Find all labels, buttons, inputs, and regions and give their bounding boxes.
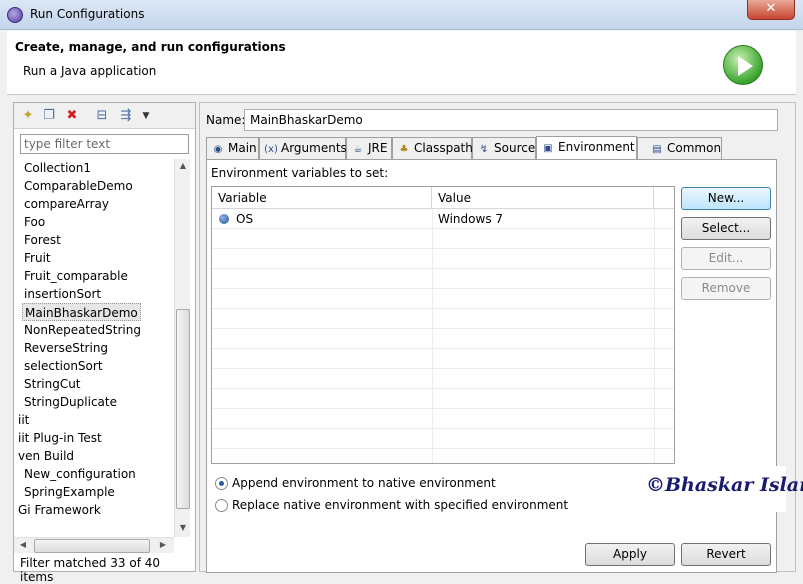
tree-item-selected[interactable]: MainBhaskarDemo	[22, 303, 141, 321]
edit-button[interactable]: Edit...	[681, 247, 771, 270]
environment-tab-icon: ▣	[543, 143, 553, 154]
tree-item[interactable]: ven Build	[16, 447, 76, 465]
scroll-right-icon[interactable]: ▶	[156, 540, 170, 549]
column-header-value[interactable]: Value	[432, 187, 654, 209]
horizontal-scrollbar[interactable]: ◀ ▶	[14, 537, 174, 553]
scroll-thumb[interactable]	[34, 539, 150, 553]
tab-environment[interactable]: ▣ Environment	[536, 136, 637, 160]
tree-item[interactable]: compareArray	[22, 195, 111, 213]
scroll-up-icon[interactable]: ▲	[176, 161, 190, 170]
close-button[interactable]: ✕	[747, 0, 795, 20]
select-button[interactable]: Select...	[681, 217, 771, 240]
watermark-text: ©Bhaskar Islam	[646, 474, 803, 496]
filter-icon[interactable]: ⇶	[118, 108, 134, 124]
column-header-variable[interactable]: Variable	[212, 187, 432, 209]
tree-item[interactable]: Forest	[22, 231, 63, 249]
filter-status: Filter matched 33 of 40 items	[20, 556, 161, 584]
remove-button[interactable]: Remove	[681, 277, 771, 300]
classpath-tab-icon: ♣	[399, 144, 409, 155]
configurations-toolbar: ✦ ❐ ✖ ⊟ ⇶ ▼	[14, 103, 195, 129]
tree-item[interactable]: Fruit	[22, 249, 53, 267]
run-icon	[723, 45, 763, 85]
configurations-panel: ✦ ❐ ✖ ⊟ ⇶ ▼ Collection1 ComparableDemo c…	[13, 102, 196, 584]
new-button[interactable]: New...	[681, 187, 771, 210]
table-row	[212, 229, 674, 249]
tab-classpath[interactable]: ♣ Classpath	[392, 137, 473, 159]
scroll-down-icon[interactable]: ▼	[176, 523, 190, 532]
column-divider	[654, 209, 655, 463]
append-env-radio[interactable]	[215, 477, 228, 490]
header-subtitle: Run a Java application	[23, 64, 157, 78]
scroll-left-icon[interactable]: ◀	[16, 540, 30, 549]
tree-item[interactable]: iit Plug-in Test	[16, 429, 104, 447]
duplicate-icon[interactable]: ❐	[41, 108, 57, 124]
apply-button[interactable]: Apply	[585, 543, 675, 566]
table-row	[212, 269, 674, 289]
filter-input[interactable]	[20, 134, 189, 154]
tree-item[interactable]: Fruit_comparable	[22, 267, 130, 285]
table-row	[212, 249, 674, 269]
watermark: ©Bhaskar Islam	[644, 466, 803, 512]
replace-env-label[interactable]: Replace native environment with specifie…	[232, 498, 568, 512]
tree-item[interactable]: Collection1	[22, 159, 93, 177]
tree-item[interactable]: New_configuration	[22, 465, 138, 483]
tree-item[interactable]: ComparableDemo	[22, 177, 135, 195]
env-variables-label: Environment variables to set:	[211, 166, 389, 180]
configuration-tree: Collection1 ComparableDemo compareArray …	[14, 159, 174, 539]
replace-env-radio[interactable]	[215, 499, 228, 512]
tab-arguments[interactable]: (x) Arguments	[259, 137, 347, 159]
arguments-tab-icon: (x)	[264, 144, 278, 155]
tree-item[interactable]: StringCut	[22, 375, 83, 393]
table-row	[212, 409, 674, 429]
value-cell: Windows 7	[438, 212, 504, 226]
tree-item[interactable]: Foo	[22, 213, 47, 231]
tree-item[interactable]: Gi Framework	[16, 501, 103, 519]
variable-cell: OS	[236, 212, 254, 226]
table-row	[212, 329, 674, 349]
name-label: Name:	[206, 113, 246, 127]
tab-jre[interactable]: ☕ JRE	[346, 137, 392, 159]
append-env-label[interactable]: Append environment to native environment	[232, 476, 496, 490]
name-input[interactable]	[244, 109, 778, 131]
tree-item[interactable]: SpringExample	[22, 483, 117, 501]
eclipse-icon	[7, 7, 23, 23]
env-variables-table: Variable Value OS Windows 7	[211, 186, 675, 464]
table-row	[212, 349, 674, 369]
source-tab-icon: ↯	[479, 144, 489, 155]
tree-item[interactable]: selectionSort	[22, 357, 105, 375]
table-row	[212, 369, 674, 389]
vertical-scrollbar[interactable]: ▲ ▼	[174, 159, 190, 537]
tree-item[interactable]: insertionSort	[22, 285, 103, 303]
table-row[interactable]: OS Windows 7	[212, 209, 674, 229]
table-row	[212, 309, 674, 329]
scroll-thumb[interactable]	[176, 309, 190, 509]
tab-common[interactable]: ▤ Common	[637, 137, 722, 159]
tree-item[interactable]: NonRepeatedString	[22, 321, 143, 339]
dialog-header: Create, manage, and run configurations R…	[7, 31, 796, 95]
table-row	[212, 289, 674, 309]
window-title: Run Configurations	[30, 7, 145, 21]
table-row	[212, 429, 674, 449]
collapse-all-icon[interactable]: ⊟	[94, 108, 110, 124]
new-config-icon[interactable]: ✦	[20, 108, 36, 124]
header-title: Create, manage, and run configurations	[15, 40, 286, 54]
table-row	[212, 389, 674, 409]
tab-main[interactable]: ◉ Main	[206, 137, 259, 159]
revert-button[interactable]: Revert	[681, 543, 771, 566]
column-header-filler	[654, 187, 674, 209]
tree-item[interactable]: StringDuplicate	[22, 393, 119, 411]
column-divider	[432, 209, 433, 463]
title-bar: Run Configurations ✕	[0, 0, 803, 30]
variable-icon	[219, 214, 229, 224]
tree-item[interactable]: iit	[16, 411, 31, 429]
tree-item[interactable]: ReverseString	[22, 339, 110, 357]
common-tab-icon: ▤	[652, 144, 662, 155]
delete-icon[interactable]: ✖	[64, 108, 80, 124]
chevron-down-icon[interactable]: ▼	[138, 108, 154, 124]
jre-tab-icon: ☕	[353, 144, 363, 155]
tab-source[interactable]: ↯ Source	[472, 137, 536, 159]
main-tab-icon: ◉	[213, 144, 223, 155]
